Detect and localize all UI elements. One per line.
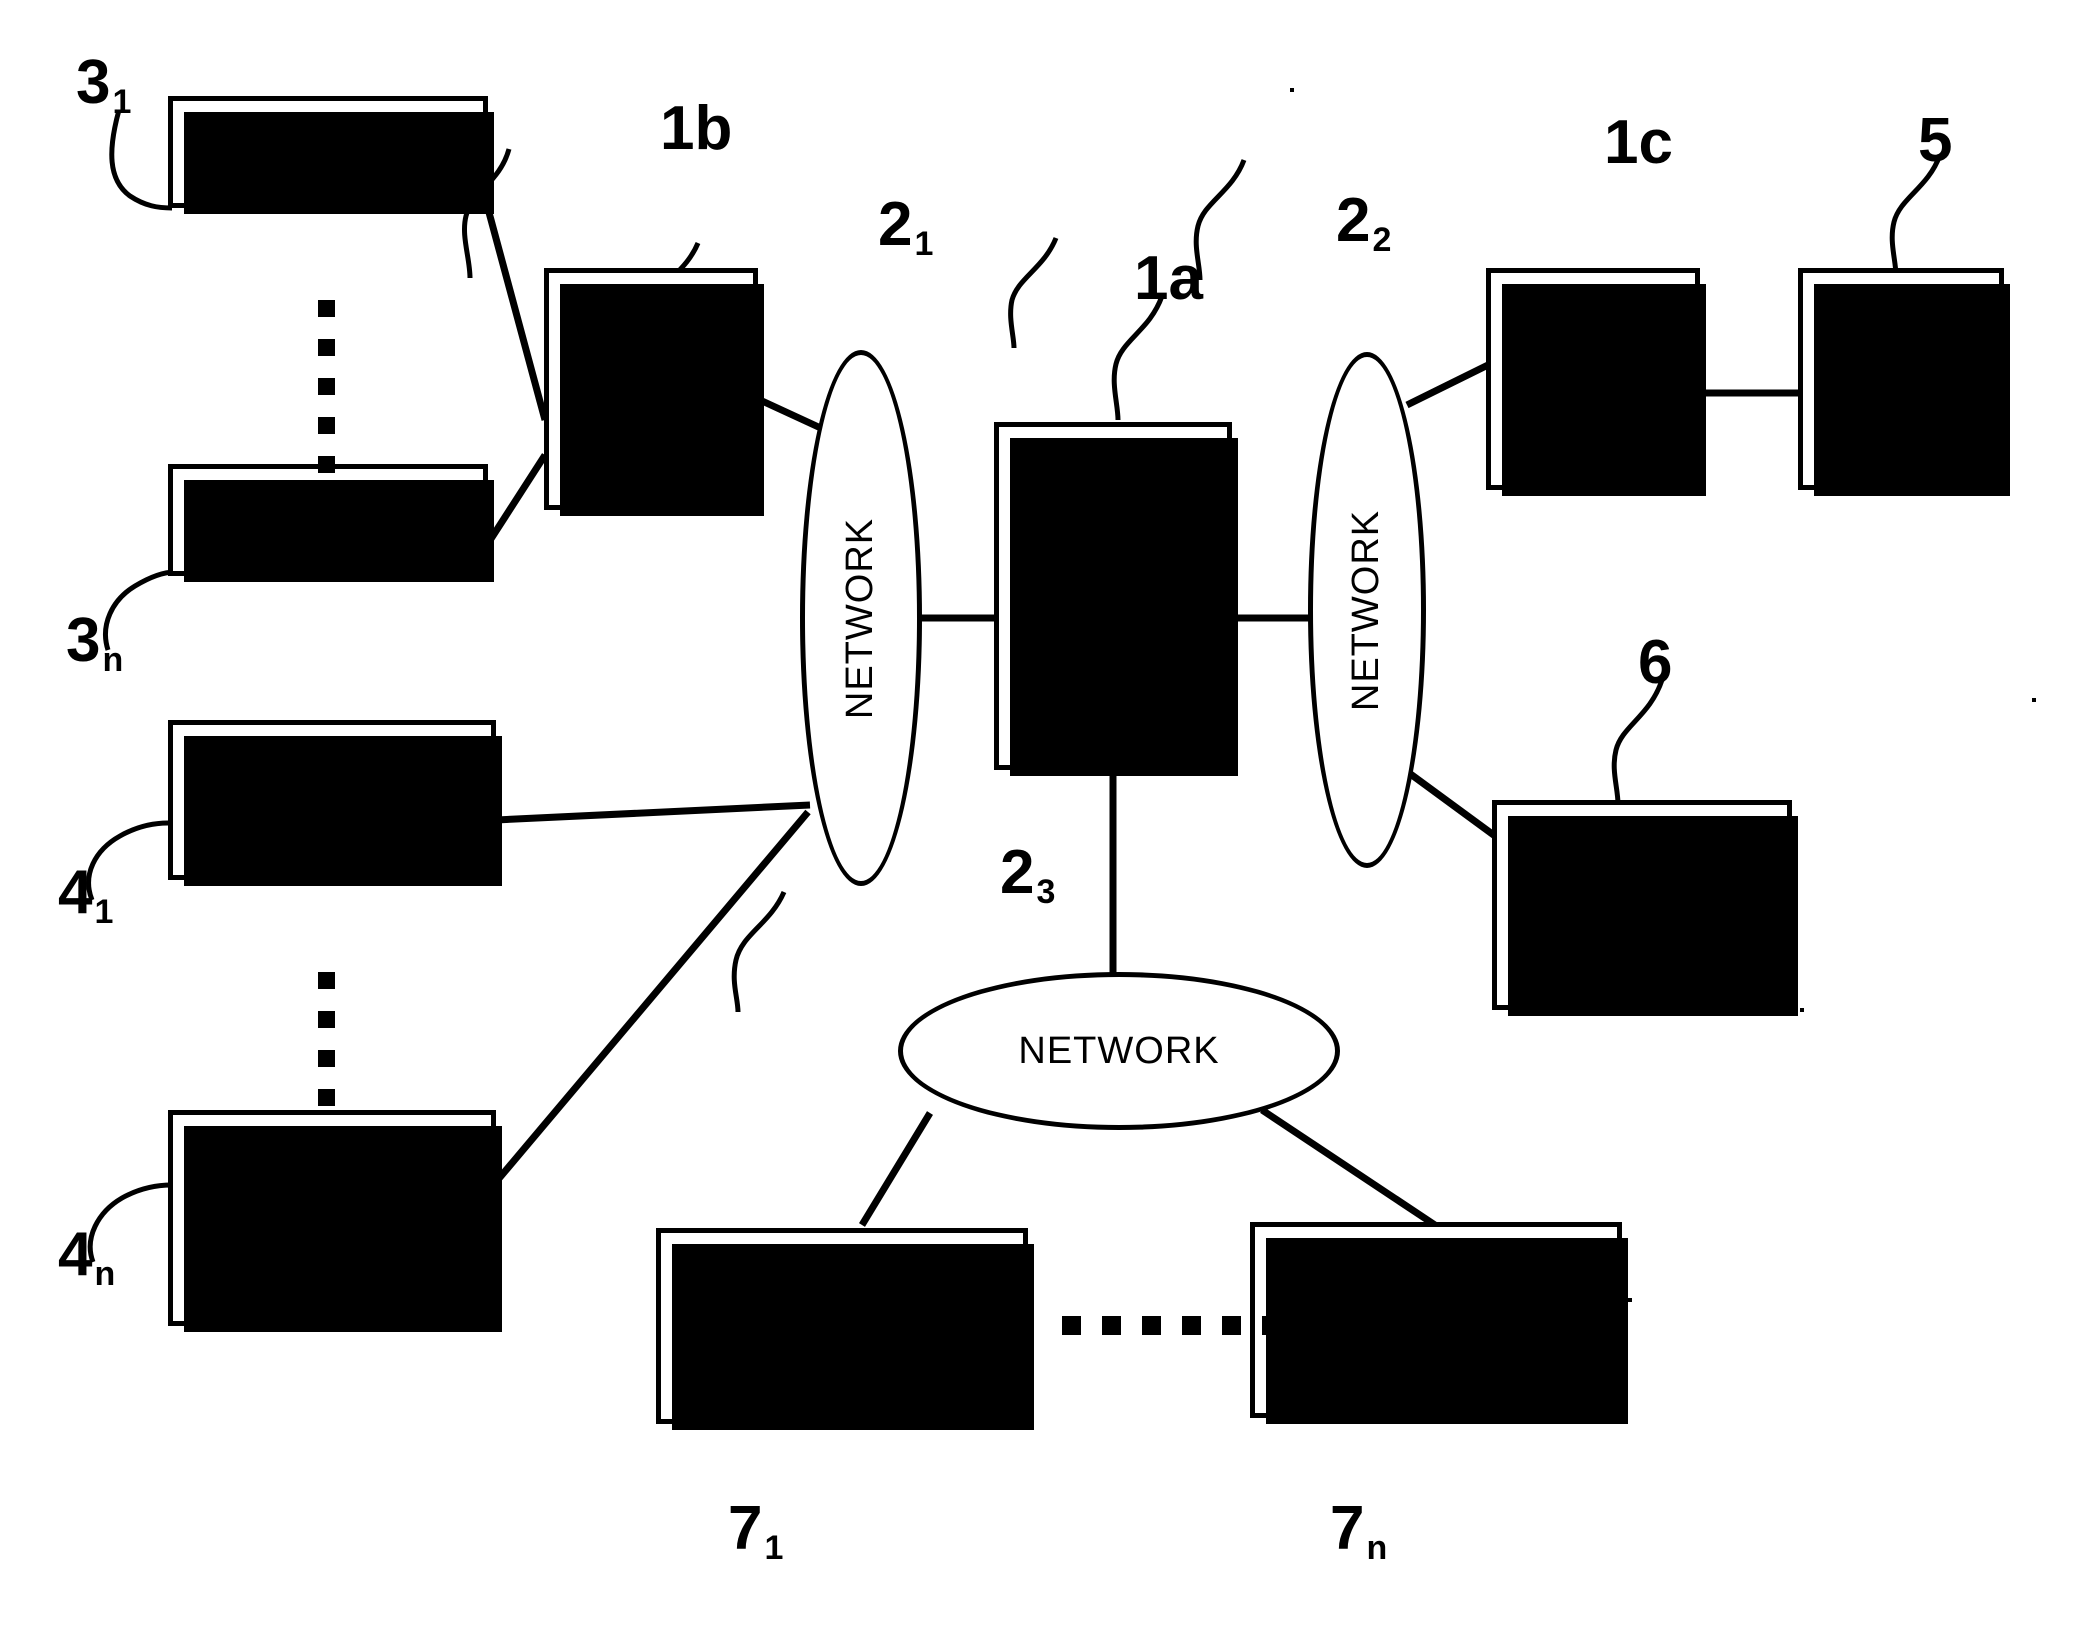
ref-label-3-1: 31 — [76, 48, 132, 121]
node-web-server-5[interactable]: WEB SERVER — [1798, 268, 2010, 496]
wire-proxy2-net21 — [758, 396, 827, 434]
ref-label-3-n: 3n — [66, 606, 124, 679]
network-label: NETWORK — [839, 517, 882, 719]
node-third-proxy-server[interactable]: THIRD PROXY SERVER — [1486, 268, 1706, 496]
leader-proxy3 — [1193, 159, 1247, 281]
ref-label-2-3: 23 — [1000, 838, 1056, 911]
scan-speck — [2032, 698, 2036, 702]
node-label: APPLICATION SERVER — [715, 1284, 969, 1367]
leader-net22 — [1008, 237, 1059, 349]
ref-label-6: 6 — [1638, 628, 1673, 697]
network-ellipse-2-1[interactable]: NETWORK — [800, 350, 922, 886]
ref-label-7-n: 7n — [1330, 1494, 1388, 1567]
node-label: WEB BROWSER — [227, 1174, 437, 1261]
ellipsis-dots-application-servers — [1062, 1316, 1342, 1335]
scan-speck — [1628, 1298, 1632, 1302]
network-label: NETWORK — [1018, 1029, 1220, 1072]
wire-wb3n-proxy2 — [484, 453, 548, 547]
node-web-browser-3-1[interactable]: WEB BROWSER — [168, 96, 494, 214]
node-second-proxy-server[interactable]: SECOND PROXY SERVER — [544, 268, 764, 516]
ref-label-5: 5 — [1918, 106, 1953, 175]
wire-wb41-net21 — [495, 801, 811, 824]
ref-label-7-1: 71 — [728, 1494, 784, 1567]
wire-net22-web6 — [1402, 767, 1498, 839]
node-label: WEB BROWSER — [227, 756, 437, 843]
node-label: SECOND PROXY SERVER — [564, 324, 738, 454]
leader-net23 — [731, 890, 787, 1013]
node-label: APPLICATION SERVER — [1309, 1278, 1563, 1361]
node-label: WEB SERVER — [1817, 335, 1985, 422]
ref-label-1c: 1c — [1604, 108, 1673, 177]
node-application-server-7-1[interactable]: APPLICATION SERVER — [656, 1228, 1034, 1430]
wire-wb4n-net21 — [493, 809, 811, 1185]
node-label: WEB SERVER — [1558, 861, 1726, 948]
node-first-proxy-server[interactable]: FIRST PROXY SERVER — [994, 422, 1238, 776]
ref-label-4-1: 41 — [58, 858, 114, 931]
scan-speck — [1290, 88, 1294, 92]
network-ellipse-2-3[interactable]: NETWORK — [898, 972, 1340, 1130]
node-web-browser-4-1[interactable]: WEB BROWSER — [168, 720, 502, 886]
leader-web6 — [1611, 679, 1665, 805]
ellipsis-dots-web-browser-3 — [318, 300, 335, 534]
scan-speck — [1800, 1008, 1804, 1012]
network-label: NETWORK — [1345, 509, 1388, 711]
figure-canvas: WEB BROWSER WEB BROWSER SECOND PROXY SER… — [0, 0, 2100, 1642]
node-label: WEB BROWSER — [223, 108, 433, 195]
wire-net22-proxy3 — [1405, 361, 1490, 409]
node-web-browser-4-n[interactable]: WEB BROWSER — [168, 1110, 502, 1332]
wire-net23-app7n — [1260, 1107, 1437, 1228]
ref-label-2-2: 22 — [1336, 186, 1392, 259]
ref-label-4-n: 4n — [58, 1220, 116, 1293]
leader-wb31 — [109, 109, 173, 211]
ref-label-2-1: 21 — [878, 190, 934, 263]
node-label: FIRST PROXY SERVER — [1029, 531, 1197, 661]
ref-label-1b: 1b — [660, 94, 733, 163]
leader-proxy1 — [1111, 295, 1165, 421]
wire-wb31-proxy2 — [483, 204, 549, 421]
ref-label-1a: 1a — [1134, 244, 1203, 313]
wire-net23-app71 — [859, 1111, 933, 1227]
ellipsis-dots-web-browser-4 — [318, 972, 335, 1128]
network-ellipse-2-2[interactable]: NETWORK — [1308, 352, 1426, 868]
node-web-server-6[interactable]: WEB SERVER — [1492, 800, 1798, 1016]
node-label: THIRD PROXY SERVER — [1509, 314, 1677, 444]
